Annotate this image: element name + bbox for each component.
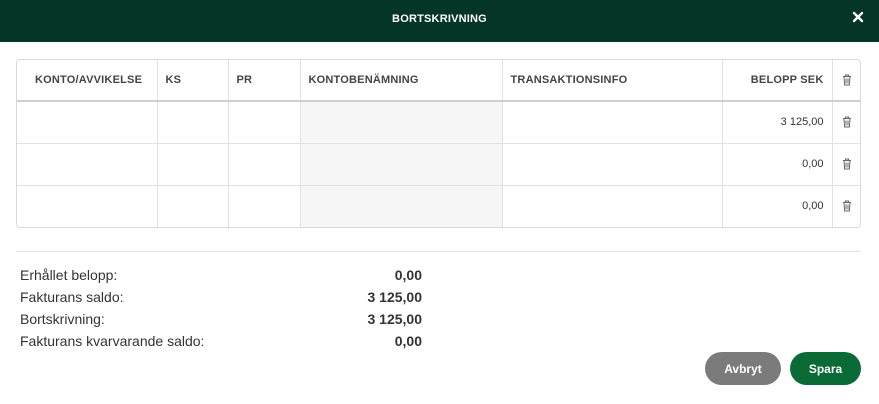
- delete-all-cell: [832, 60, 860, 102]
- column-header-konto[interactable]: KONTO/AVVIKELSE: [17, 60, 158, 102]
- close-icon[interactable]: [852, 11, 864, 23]
- summary-label: Bortskrivning:: [20, 311, 105, 327]
- kontobenamning-cell: [300, 143, 503, 186]
- pr-cell[interactable]: [228, 143, 301, 186]
- table-row: 0,00: [17, 143, 860, 186]
- belopp-cell[interactable]: 3 125,00: [722, 101, 833, 144]
- konto-cell[interactable]: [17, 143, 158, 186]
- summary-label: Fakturans kvarvarande saldo:: [20, 333, 205, 349]
- kontobenamning-cell: [300, 185, 503, 227]
- delete-row-cell: [832, 143, 860, 186]
- summary-row-erhallet-belopp: Erhållet belopp: 0,00: [20, 264, 422, 286]
- summary-row-kvarvarande-saldo: Fakturans kvarvarande saldo: 0,00: [20, 330, 422, 352]
- summary-value: 3 125,00: [367, 289, 423, 305]
- delete-row-cell: [832, 101, 860, 144]
- summary-label: Fakturans saldo:: [20, 289, 124, 305]
- trash-icon[interactable]: [842, 200, 852, 212]
- transaktionsinfo-cell[interactable]: [502, 185, 723, 227]
- ks-cell[interactable]: [157, 143, 229, 186]
- column-header-ks[interactable]: KS: [157, 60, 229, 102]
- pr-cell[interactable]: [228, 101, 301, 144]
- delete-row-cell: [832, 185, 860, 227]
- dialog-title: BORTSKRIVNING: [392, 13, 487, 25]
- table-row: 3 125,00: [17, 101, 860, 144]
- dialog-header: BORTSKRIVNING: [0, 0, 879, 42]
- summary-row-bortskrivning: Bortskrivning: 3 125,00: [20, 308, 422, 330]
- belopp-cell[interactable]: 0,00: [722, 143, 833, 186]
- summary-value: 3 125,00: [367, 311, 423, 327]
- table-row: 0,00: [17, 185, 860, 227]
- summary-value: 0,00: [394, 267, 422, 283]
- konto-cell[interactable]: [17, 101, 158, 144]
- pr-cell[interactable]: [228, 185, 301, 227]
- column-header-pr[interactable]: PR: [228, 60, 301, 102]
- section-divider: [16, 251, 861, 252]
- booking-grid: KONTO/AVVIKELSE KS PR KONTOBENÄMNING TRA…: [16, 59, 861, 228]
- save-button[interactable]: Spara: [790, 352, 861, 385]
- trash-icon[interactable]: [842, 116, 852, 128]
- column-header-belopp[interactable]: BELOPP SEK: [722, 60, 833, 102]
- ks-cell[interactable]: [157, 101, 229, 144]
- cancel-button[interactable]: Avbryt: [705, 352, 781, 385]
- summary-row-fakturans-saldo: Fakturans saldo: 3 125,00: [20, 286, 422, 308]
- summary-label: Erhållet belopp:: [20, 267, 118, 283]
- transaktionsinfo-cell[interactable]: [502, 143, 723, 186]
- transaktionsinfo-cell[interactable]: [502, 101, 723, 144]
- kontobenamning-cell: [300, 101, 503, 144]
- table-header-row: KONTO/AVVIKELSE KS PR KONTOBENÄMNING TRA…: [17, 60, 860, 102]
- ks-cell[interactable]: [157, 185, 229, 227]
- konto-cell[interactable]: [17, 185, 158, 227]
- summary-panel: Erhållet belopp: 0,00 Fakturans saldo: 3…: [20, 264, 422, 352]
- summary-value: 0,00: [394, 333, 422, 349]
- belopp-cell[interactable]: 0,00: [722, 185, 833, 227]
- column-header-transaktionsinfo[interactable]: TRANSAKTIONSINFO: [502, 60, 723, 102]
- column-header-kontobenamning[interactable]: KONTOBENÄMNING: [300, 60, 503, 102]
- trash-icon[interactable]: [842, 158, 852, 170]
- trash-icon[interactable]: [842, 74, 852, 86]
